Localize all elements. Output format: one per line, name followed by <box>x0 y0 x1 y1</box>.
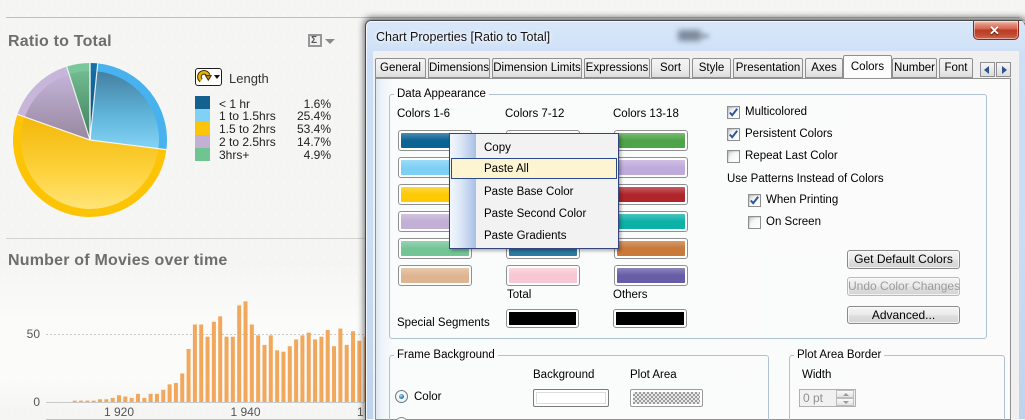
svg-text:0: 0 <box>33 395 40 409</box>
svg-text:1 920: 1 920 <box>104 405 134 419</box>
svg-text:50: 50 <box>27 327 41 341</box>
svg-text:1 940: 1 940 <box>230 405 260 419</box>
